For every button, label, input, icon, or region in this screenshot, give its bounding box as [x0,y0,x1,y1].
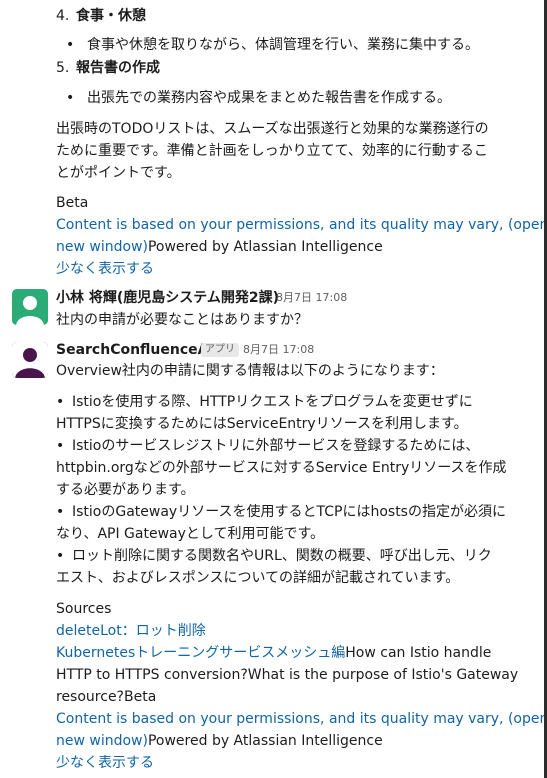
avatar[interactable] [12,289,48,325]
sender-name[interactable]: 小林 将輝(鹿児島システム開発2課) [56,288,279,308]
disclaimer-link[interactable]: new window) [56,733,148,749]
overview-text: Overview社内の申請に関する情報は以下のようになります： [56,363,444,379]
bullet-text: 出張先での業務内容や成果をまとめた報告書を作成する。 [87,90,451,106]
sources-label: Sources [56,601,112,617]
list-item-title: 食事・休憩 [76,8,146,24]
list-number: 4. [56,8,70,24]
summary-line: とがポイントです。 [56,165,181,181]
list-number: 5. [56,60,70,76]
list-item-title: 報告書の作成 [76,60,160,76]
source-link[interactable]: deleteLot：ロット削除 [56,620,206,642]
message-thread: 4. 食事・休憩 • 食事や休憩を取りながら、体調管理を行い、業務に集中する。 … [0,0,547,778]
related-question: resource?Beta [56,689,157,705]
app-badge: アプリ [201,343,239,357]
bullet-text: httpbin.orgなどの外部サービスに対するService Entryリソー… [56,460,507,476]
powered-by: Powered by Atlassian Intelligence [147,733,383,749]
user-avatar-icon [12,289,48,325]
summary-line: ために重要です。準備と計画をしっかり立てて、効率的に行動するこ [56,143,488,159]
source-line: Kubernetesトレーニングサービスメッシュ編How can Istio h… [56,642,491,664]
bullet-text: Istioを使用する際、HTTPリクエストをプログラムを変更せずに [72,394,473,410]
message-text: 社内の申請が必要なことはありますか？ [56,312,308,328]
bullet-text: なり、API Gatewayとして利用可能です。 [56,526,325,542]
show-less-link[interactable]: 少なく表示する [56,752,154,774]
bullet-text: する必要があります。 [56,482,195,498]
bullet-text: Istioのサービスレジストリに外部サービスを登録するためには、 [72,438,480,454]
avatar[interactable] [12,342,48,378]
related-question: HTTP to HTTPS conversion?What is the pur… [56,667,519,683]
bullet-text: HTTPSに変換するためにはServiceEntryリソースを利用します。 [56,416,468,432]
bullet-text: IstioのGatewayリソースを使用するとTCPにはhostsの指定が必須に [72,504,506,520]
bullet-icon: • [66,90,75,106]
beta-label: Beta [56,195,89,211]
source-link[interactable]: Kubernetesトレーニングサービスメッシュ編 [56,645,345,661]
disclaimer-link[interactable]: Content is based on your permissions, an… [56,214,547,236]
disclaimer-line: new window)Powered by Atlassian Intellig… [56,730,383,752]
bullet-text: ロット削除に関する関数名やURL、関数の概要、呼び出し元、リク [72,548,492,564]
bullet-icon: • [66,37,75,53]
timestamp[interactable]: 8月7日 17:08 [243,340,314,360]
related-question: How can Istio handle [345,645,492,661]
disclaimer-link[interactable]: Content is based on your permissions, an… [56,708,547,730]
show-less-link[interactable]: 少なく表示する [56,258,154,280]
bullet-text: エスト、およびレスポンスについての詳細が記載されています。 [56,570,460,586]
summary-line: 出張時のTODOリストは、スムーズな出張遂行と効果的な業務遂行の [56,121,489,137]
timestamp[interactable]: 8月7日 17:08 [276,288,347,308]
disclaimer-line: new window)Powered by Atlassian Intellig… [56,236,383,258]
disclaimer-link[interactable]: new window) [56,239,148,255]
app-avatar-icon [12,342,48,378]
bullet-text: 食事や休憩を取りながら、体調管理を行い、業務に集中する。 [87,37,479,53]
powered-by: Powered by Atlassian Intelligence [147,239,383,255]
